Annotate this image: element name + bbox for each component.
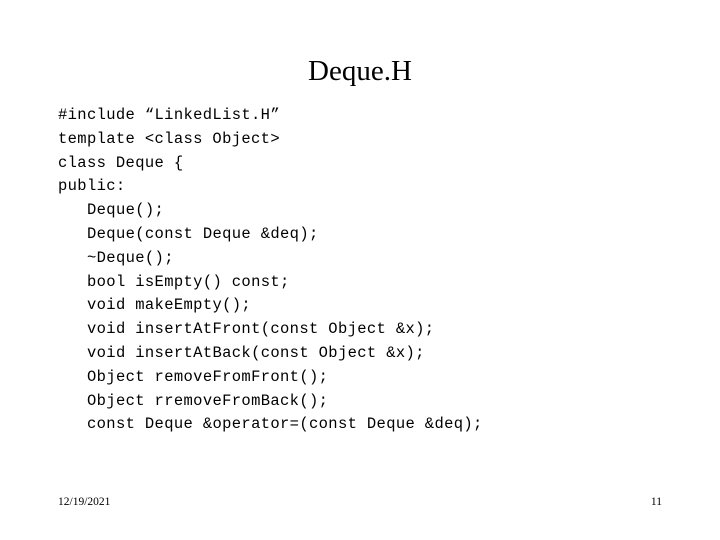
code-line: void makeEmpty(); (87, 296, 252, 315)
code-line: Object removeFromFront(); (87, 367, 329, 386)
footer-page-number: 11 (650, 496, 662, 508)
code-line: public: (58, 177, 126, 196)
code-line: #include “LinkedList.H” (58, 106, 280, 124)
slide-canvas: Deque.H #include “LinkedList.H” template … (0, 0, 720, 540)
code-line: class Deque { (58, 153, 184, 172)
code-line: Deque(const Deque &deq); (87, 224, 319, 243)
page-title: Deque.H (308, 55, 412, 87)
code-line: Object rremoveFromBack(); (87, 391, 329, 410)
code-line: template <class Object> (58, 129, 280, 148)
code-line: bool isEmpty() const; (87, 272, 290, 291)
code-line: Deque(); (87, 201, 165, 220)
code-line: const Deque &operator=(const Deque &deq)… (87, 415, 483, 434)
code-line: void insertAtBack(const Object &x); (87, 343, 425, 362)
code-block: #include “LinkedList.H” template <class O… (58, 104, 678, 437)
footer-date: 12/19/2021 (58, 496, 111, 508)
code-line: void insertAtFront(const Object &x); (87, 320, 435, 339)
code-line: ~Deque(); (87, 248, 174, 267)
